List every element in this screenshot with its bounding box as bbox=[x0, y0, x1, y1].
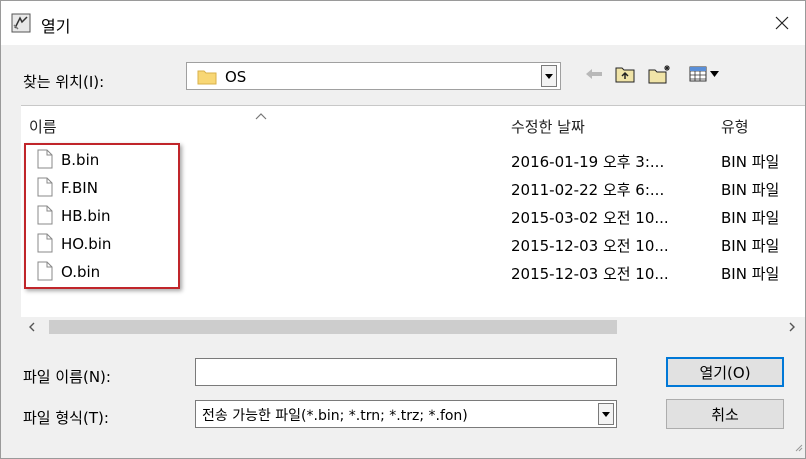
folder-icon bbox=[197, 69, 217, 89]
new-folder-icon bbox=[648, 65, 670, 84]
file-list[interactable]: 이름 수정한 날짜 유형 B.bin 2016-01-19 오후 3:... B… bbox=[21, 105, 805, 336]
scroll-thumb[interactable] bbox=[49, 320, 617, 334]
close-button[interactable] bbox=[759, 1, 805, 45]
look-in-combo[interactable]: OS bbox=[186, 62, 561, 90]
cancel-button[interactable]: 취소 bbox=[666, 399, 784, 429]
file-date: 2015-03-02 오전 10... bbox=[511, 209, 669, 227]
chevron-left-icon bbox=[29, 322, 35, 332]
file-name-input[interactable] bbox=[195, 358, 617, 386]
file-date: 2016-01-19 오후 3:... bbox=[511, 153, 665, 171]
look-in-dropdown-button[interactable] bbox=[541, 65, 557, 87]
file-type-label: 파일 형식(T): bbox=[23, 409, 109, 427]
column-header-date[interactable]: 수정한 날짜 bbox=[511, 116, 585, 137]
close-icon bbox=[775, 16, 789, 30]
open-dialog: 열기 찾는 위치(I): OS 이름 수정한 날짜 유형 B.bin 2016-… bbox=[0, 0, 806, 459]
file-type: BIN 파일 bbox=[721, 181, 780, 199]
chevron-down-icon bbox=[602, 411, 610, 417]
file-type-value: 전송 가능한 파일(*.bin; *.trn; *.trz; *.fon) bbox=[202, 408, 468, 424]
open-button[interactable]: 열기(O) bbox=[666, 357, 784, 387]
chevron-down-icon bbox=[545, 73, 553, 79]
new-folder-button[interactable] bbox=[646, 61, 674, 87]
look-in-label: 찾는 위치(I): bbox=[23, 73, 105, 91]
file-type-combo[interactable]: 전송 가능한 파일(*.bin; *.trn; *.trz; *.fon) bbox=[195, 400, 617, 428]
resize-grip-icon[interactable] bbox=[793, 438, 803, 456]
back-button[interactable] bbox=[583, 61, 605, 87]
scroll-left-button[interactable] bbox=[23, 319, 41, 335]
file-date: 2015-12-03 오전 10... bbox=[511, 265, 669, 283]
view-list-icon bbox=[689, 66, 707, 82]
file-date: 2011-02-22 오후 6:... bbox=[511, 181, 665, 199]
highlight-box bbox=[24, 143, 180, 289]
file-name-label: 파일 이름(N): bbox=[23, 368, 111, 386]
file-type: BIN 파일 bbox=[721, 209, 780, 227]
column-header-type[interactable]: 유형 bbox=[721, 116, 749, 137]
chevron-down-icon bbox=[710, 71, 719, 77]
sort-ascending-icon bbox=[255, 106, 267, 124]
window-title: 열기 bbox=[41, 17, 71, 36]
file-type: BIN 파일 bbox=[721, 237, 780, 255]
file-type: BIN 파일 bbox=[721, 153, 780, 171]
column-header-name[interactable]: 이름 bbox=[29, 116, 57, 137]
scroll-right-button[interactable] bbox=[783, 319, 801, 335]
up-folder-button[interactable] bbox=[613, 61, 637, 87]
app-icon bbox=[11, 13, 31, 33]
file-type-dropdown-button[interactable] bbox=[598, 403, 614, 425]
look-in-value: OS bbox=[225, 68, 247, 86]
chevron-right-icon bbox=[789, 322, 795, 332]
file-date: 2015-12-03 오전 10... bbox=[511, 237, 669, 255]
horizontal-scrollbar[interactable] bbox=[21, 317, 805, 337]
view-menu-button[interactable] bbox=[684, 61, 724, 87]
title-bar: 열기 bbox=[1, 1, 805, 45]
back-arrow-icon bbox=[586, 69, 602, 79]
file-type: BIN 파일 bbox=[721, 265, 780, 283]
up-folder-icon bbox=[615, 67, 635, 83]
